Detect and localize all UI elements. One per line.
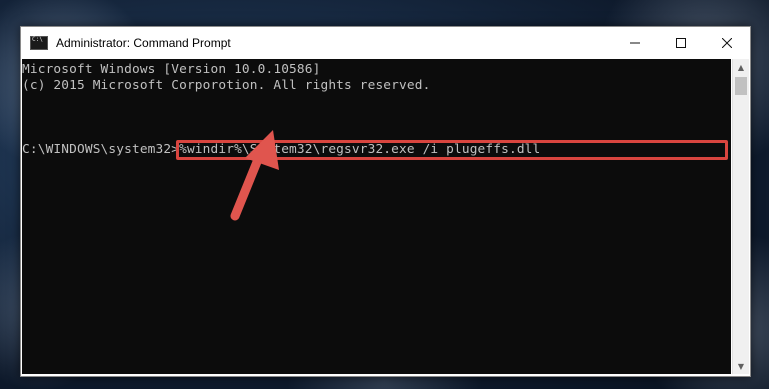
cmd-app-icon bbox=[30, 36, 48, 50]
scroll-thumb[interactable] bbox=[735, 77, 747, 95]
vertical-scrollbar[interactable]: ▲ ▼ bbox=[732, 59, 749, 374]
console-line-version: Microsoft Windows [Version 10.0.10586] bbox=[22, 62, 321, 77]
minimize-button[interactable] bbox=[612, 27, 658, 59]
maximize-icon bbox=[676, 38, 686, 48]
console-output[interactable]: Microsoft Windows [Version 10.0.10586] (… bbox=[22, 59, 731, 374]
red-arrow-icon bbox=[230, 130, 279, 221]
close-icon bbox=[722, 38, 732, 48]
window-controls bbox=[612, 27, 750, 59]
minimize-icon bbox=[630, 42, 640, 44]
maximize-button[interactable] bbox=[658, 27, 704, 59]
scroll-down-icon: ▼ bbox=[737, 361, 745, 371]
scroll-up-button[interactable]: ▲ bbox=[733, 59, 749, 75]
console-prompt: C:\WINDOWS\system32> bbox=[22, 142, 180, 157]
console-line-copyright: (c) 2015 Microsoft Corporotion. All righ… bbox=[22, 78, 431, 93]
command-prompt-window[interactable]: Administrator: Command Prompt Microsoft … bbox=[20, 26, 751, 377]
scroll-down-button[interactable]: ▼ bbox=[733, 358, 749, 374]
scroll-up-icon: ▲ bbox=[737, 62, 745, 72]
close-button[interactable] bbox=[704, 27, 750, 59]
window-title: Administrator: Command Prompt bbox=[56, 36, 231, 50]
title-bar[interactable]: Administrator: Command Prompt bbox=[21, 27, 750, 59]
